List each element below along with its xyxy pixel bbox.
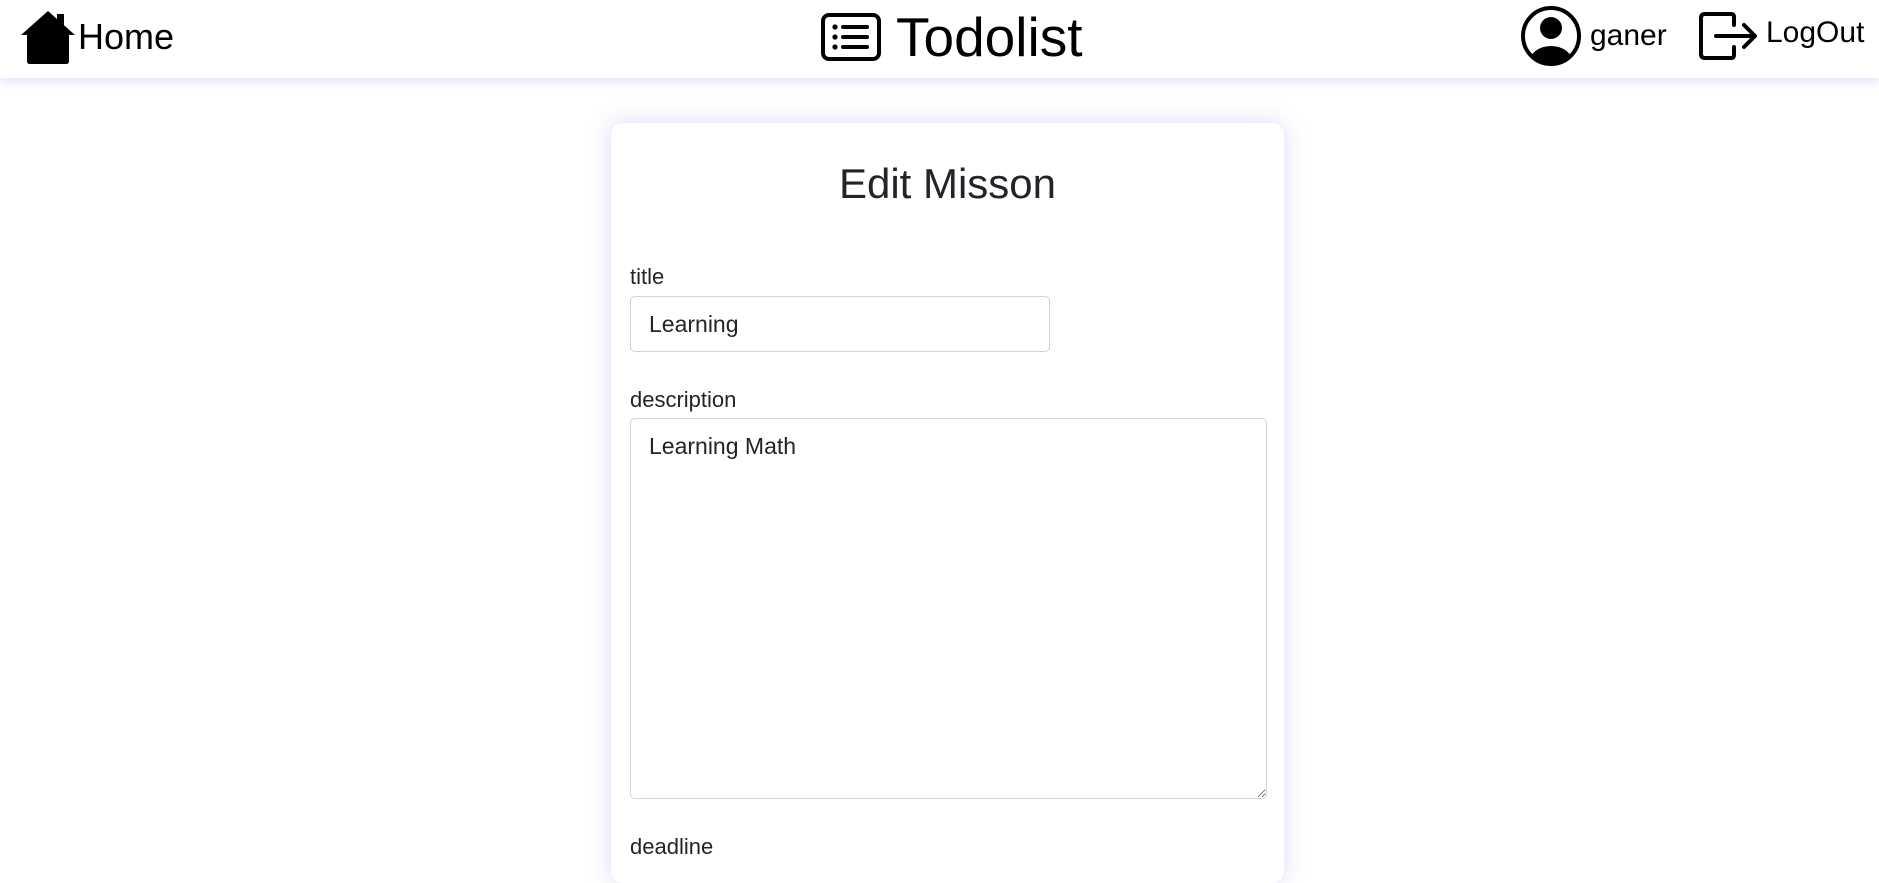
title-label: title: [630, 264, 665, 289]
edit-mission-card: Edit Misson title description Learning M…: [611, 123, 1284, 883]
deadline-label: deadline: [630, 834, 714, 859]
form-heading: Edit Misson: [838, 160, 1057, 207]
list-icon: [821, 13, 881, 61]
brand: Todolist: [820, 6, 1082, 68]
description-label: description: [630, 387, 737, 412]
house-icon: [21, 11, 75, 64]
home-label: Home: [78, 16, 175, 57]
description-textarea[interactable]: Learning Math: [630, 418, 1267, 799]
user-profile[interactable]: ganer: [1520, 5, 1667, 67]
brand-title: Todolist: [896, 5, 1083, 68]
logout-button[interactable]: LogOut: [1698, 9, 1864, 63]
logout-label: LogOut: [1766, 16, 1865, 49]
title-input[interactable]: [630, 296, 1050, 352]
home-link[interactable]: Home: [19, 8, 174, 66]
user-circle-icon: [1521, 6, 1581, 66]
top-navbar: Home Todolist ganer LogOut: [0, 0, 1879, 78]
username: ganer: [1590, 19, 1667, 52]
logout-icon: [1699, 12, 1757, 60]
